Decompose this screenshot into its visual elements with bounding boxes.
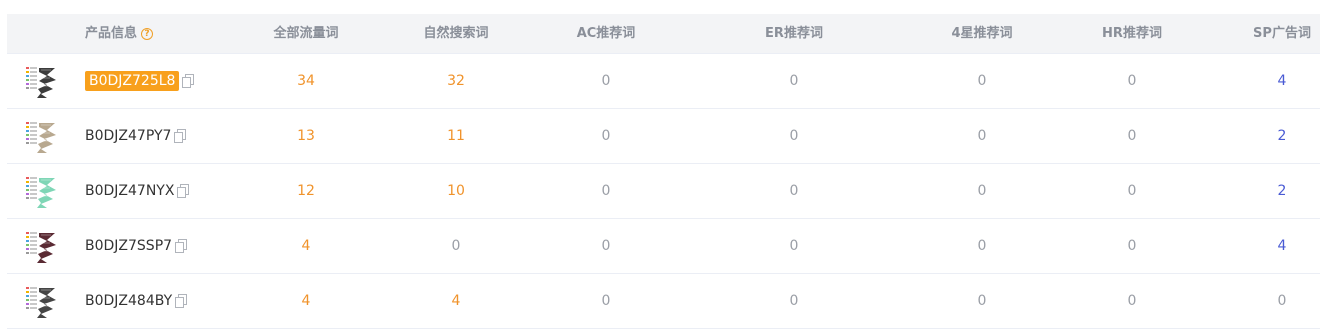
header-product-info: 产品信息? [85, 14, 154, 54]
ac-count: 0 [601, 293, 611, 309]
asin-link[interactable]: B0DJZ484BY [85, 293, 172, 309]
keyword-stats-table: 产品信息? 全部流量词 自然搜索词 AC推荐词 ER推荐词 4星推荐词 HR推荐… [7, 14, 1320, 329]
asin-cell: B0DJZ484BY [85, 274, 188, 329]
all-traffic-count[interactable]: 13 [297, 109, 315, 164]
hr-count: 0 [1127, 128, 1137, 144]
copy-icon[interactable] [182, 74, 195, 88]
table-body: B0DJZ725L8 34 32 0 0 0 0 4 B0DJZ47PY7 13 11 0 0 0 0 2 … [7, 54, 1320, 329]
ac-count: 0 [601, 73, 611, 89]
sp-count[interactable]: 4 [1278, 54, 1287, 109]
organic-count[interactable]: 4 [452, 274, 461, 329]
product-thumbnail[interactable] [25, 64, 65, 100]
er-count: 0 [789, 238, 799, 254]
ac-count: 0 [601, 183, 611, 199]
all-traffic-count[interactable]: 4 [302, 219, 311, 274]
header-ac-recommended-words[interactable]: AC推荐词 [577, 14, 636, 54]
table-header: 产品信息? 全部流量词 自然搜索词 AC推荐词 ER推荐词 4星推荐词 HR推荐… [7, 14, 1320, 54]
organic-count: 0 [451, 238, 461, 254]
table-row: B0DJZ47PY7 13 11 0 0 0 0 2 [7, 109, 1320, 164]
asin-cell: B0DJZ47PY7 [85, 109, 187, 164]
sp-count[interactable]: 2 [1278, 164, 1287, 219]
four-star-count: 0 [977, 183, 987, 199]
sp-count[interactable]: 4 [1278, 219, 1287, 274]
asin-cell: B0DJZ7SSP7 [85, 219, 188, 274]
asin-cell: B0DJZ47NYX [85, 164, 190, 219]
copy-icon[interactable] [174, 129, 187, 143]
copy-icon[interactable] [175, 239, 188, 253]
hr-count: 0 [1127, 293, 1137, 309]
copy-icon[interactable] [175, 294, 188, 308]
table-row: B0DJZ484BY 4 4 0 0 0 0 0 [7, 274, 1320, 329]
header-er-recommended-words[interactable]: ER推荐词 [765, 14, 823, 54]
hr-count: 0 [1127, 183, 1137, 199]
all-traffic-count[interactable]: 12 [297, 164, 315, 219]
all-traffic-count[interactable]: 4 [302, 274, 311, 329]
asin-link[interactable]: B0DJZ7SSP7 [85, 238, 172, 254]
er-count: 0 [789, 128, 799, 144]
ac-count: 0 [601, 128, 611, 144]
all-traffic-count[interactable]: 34 [297, 54, 315, 109]
er-count: 0 [789, 183, 799, 199]
organic-count[interactable]: 32 [447, 54, 465, 109]
sp-count[interactable]: 2 [1278, 109, 1287, 164]
product-thumbnail[interactable] [25, 229, 65, 265]
table-row: B0DJZ47NYX 12 10 0 0 0 0 2 [7, 164, 1320, 219]
four-star-count: 0 [977, 293, 987, 309]
four-star-count: 0 [977, 238, 987, 254]
product-thumbnail[interactable] [25, 174, 65, 210]
product-thumbnail[interactable] [25, 119, 65, 155]
sp-count: 0 [1277, 293, 1287, 309]
er-count: 0 [789, 293, 799, 309]
table-row: B0DJZ725L8 34 32 0 0 0 0 4 [7, 54, 1320, 109]
asin-link[interactable]: B0DJZ47NYX [85, 183, 174, 199]
er-count: 0 [789, 73, 799, 89]
header-organic-search-words[interactable]: 自然搜索词 [423, 14, 488, 54]
hr-count: 0 [1127, 73, 1137, 89]
asin-link[interactable]: B0DJZ725L8 [85, 71, 180, 91]
hr-count: 0 [1127, 238, 1137, 254]
ac-count: 0 [601, 238, 611, 254]
header-hr-recommended-words[interactable]: HR推荐词 [1102, 14, 1162, 54]
table-row: B0DJZ7SSP7 4 0 0 0 0 0 4 [7, 219, 1320, 274]
product-thumbnail[interactable] [25, 284, 65, 320]
question-circle-icon[interactable]: ? [141, 28, 154, 40]
copy-icon[interactable] [177, 184, 190, 198]
header-all-traffic-words[interactable]: 全部流量词 [273, 14, 338, 54]
four-star-count: 0 [977, 128, 987, 144]
organic-count[interactable]: 10 [447, 164, 465, 219]
four-star-count: 0 [977, 73, 987, 89]
organic-count[interactable]: 11 [447, 109, 465, 164]
asin-link[interactable]: B0DJZ47PY7 [85, 128, 171, 144]
header-sp-ad-words[interactable]: SP广告词 [1253, 14, 1311, 54]
header-4star-recommended-words[interactable]: 4星推荐词 [951, 14, 1012, 54]
asin-cell: B0DJZ725L8 [85, 54, 195, 109]
